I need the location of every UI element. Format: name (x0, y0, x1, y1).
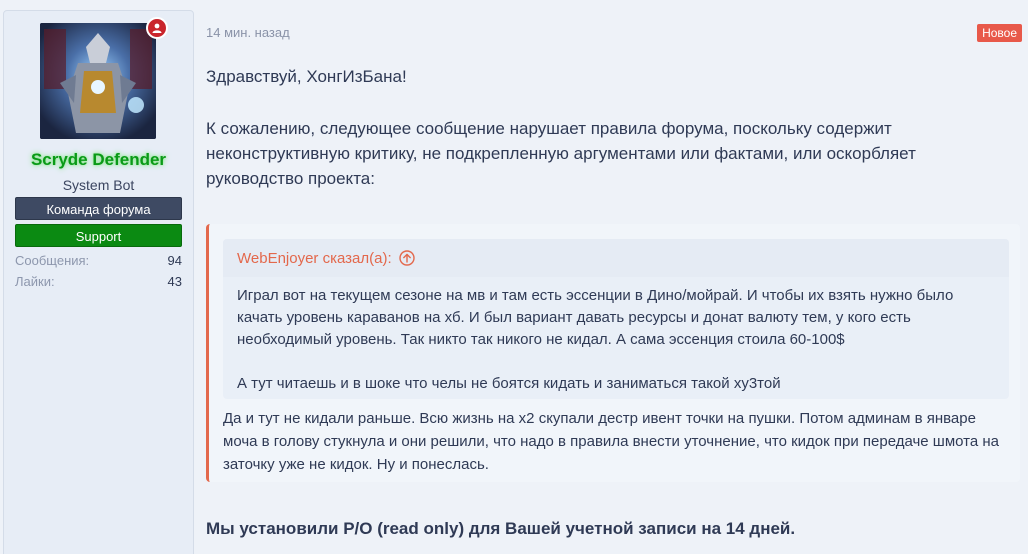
avatar-image (40, 23, 156, 139)
quote-body: Играл вот на текущем сезоне на мв и там … (223, 277, 1009, 395)
message-user-sidebar: Scryde Defender System Bot Команда форум… (3, 10, 194, 554)
message-main: 14 мин. назад Новое Здравствуй, ХонгИзБа… (206, 0, 1024, 554)
quoted-reply-text: Да и тут не кидали раньше. Всю жизнь на … (223, 410, 999, 473)
post-time-link[interactable]: 14 мин. назад (206, 25, 290, 40)
intro-text: К сожалению, следующее сообщение нарушае… (206, 119, 916, 188)
greeting-text: Здравствуй, ХонгИзБана! (206, 67, 407, 86)
quote-header[interactable]: WebEnjoyer сказал(а): (223, 239, 1009, 277)
quote-paragraph: А тут читаешь и в шоке что челы не боятс… (237, 375, 781, 392)
stat-messages-label: Сообщения: (15, 253, 90, 268)
avatar[interactable] (40, 23, 156, 139)
banner-support: Support (15, 224, 182, 247)
user-status-icon[interactable] (146, 17, 168, 39)
avatar-wrap (40, 17, 168, 139)
arrow-up-circle-icon[interactable] (398, 250, 415, 266)
new-badge: Новое (977, 24, 1022, 42)
sanction-text: Мы установили Р/О (read only) для Вашей … (206, 519, 796, 538)
banner-team: Команда форума (15, 197, 182, 220)
quote-block: WebEnjoyer сказал(а): Играл вот на текущ… (206, 224, 1020, 482)
quote-inner: WebEnjoyer сказал(а): Играл вот на текущ… (223, 239, 1009, 399)
stat-messages-value[interactable]: 94 (168, 253, 182, 268)
username-link[interactable]: Scryde Defender (4, 150, 193, 170)
stat-likes: Лайки: 43 (15, 274, 182, 289)
user-title: System Bot (62, 177, 135, 193)
quote-attribution[interactable]: WebEnjoyer сказал(а): (237, 250, 392, 267)
stat-likes-value[interactable]: 43 (168, 274, 182, 289)
quote-paragraph-gap (237, 351, 995, 373)
stat-likes-label: Лайки: (15, 274, 55, 289)
quote-paragraph: Играл вот на текущем сезоне на мв и там … (237, 287, 954, 348)
stat-messages: Сообщения: 94 (15, 253, 182, 268)
